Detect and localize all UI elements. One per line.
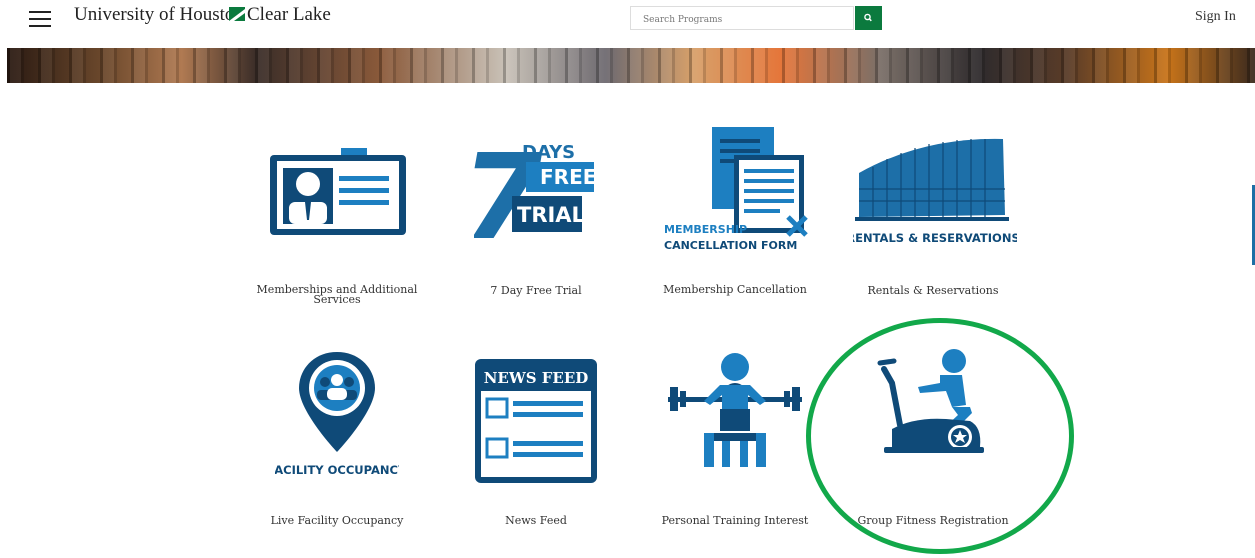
logo-campus-text[interactable]: Clear Lake bbox=[247, 4, 331, 26]
news-feed-caption: NEWS FEED bbox=[484, 369, 589, 387]
cancellation-form-icon: MEMBERSHIP CANCELLATION FORM bbox=[664, 127, 808, 252]
sign-in-link[interactable]: Sign In bbox=[1195, 9, 1236, 25]
weightlifter-icon bbox=[668, 353, 802, 467]
magnifier-icon bbox=[864, 13, 872, 22]
tile-label: Memberships and Additional Services bbox=[256, 283, 418, 306]
cancellation-line2: CANCELLATION FORM bbox=[664, 239, 797, 252]
id-card-icon bbox=[270, 148, 406, 235]
occupancy-pin-icon: FACILITY OCCUPANCY bbox=[275, 352, 399, 477]
hamburger-menu-icon[interactable] bbox=[29, 11, 51, 27]
seven-day-trial-icon: 7 DAYS FREE TRIAL bbox=[474, 138, 596, 250]
cancellation-line1: MEMBERSHIP bbox=[664, 223, 747, 236]
search-button[interactable] bbox=[855, 6, 882, 30]
tile-label: Membership Cancellation bbox=[663, 283, 807, 296]
tile-label: 7 Day Free Trial bbox=[490, 284, 582, 297]
search-input[interactable] bbox=[641, 9, 855, 31]
trial-days-text: DAYS bbox=[522, 142, 575, 163]
occupancy-caption: FACILITY OCCUPANCY bbox=[275, 463, 399, 477]
uhcl-logo-mark-icon bbox=[229, 7, 245, 21]
rentals-caption: RENTALS & RESERVATIONS bbox=[853, 231, 1017, 245]
trial-free-text: FREE bbox=[540, 165, 596, 189]
tile-label: Personal Training Interest bbox=[661, 514, 809, 527]
top-header: University of Houston Clear Lake Sign In bbox=[0, 0, 1255, 48]
logo-university-text[interactable]: University of Houston bbox=[74, 4, 244, 26]
trial-trial-text: TRIAL bbox=[517, 203, 585, 227]
highlight-circle-annotation bbox=[806, 318, 1074, 554]
search-box bbox=[630, 6, 855, 31]
tile-label: Rentals & Reservations bbox=[867, 284, 999, 297]
tile-label: Live Facility Occupancy bbox=[270, 514, 404, 527]
tile-label: News Feed bbox=[505, 514, 567, 527]
hero-banner-image bbox=[7, 48, 1255, 83]
news-feed-icon: NEWS FEED bbox=[475, 359, 597, 483]
building-icon: RENTALS & RESERVATIONS bbox=[853, 138, 1017, 245]
